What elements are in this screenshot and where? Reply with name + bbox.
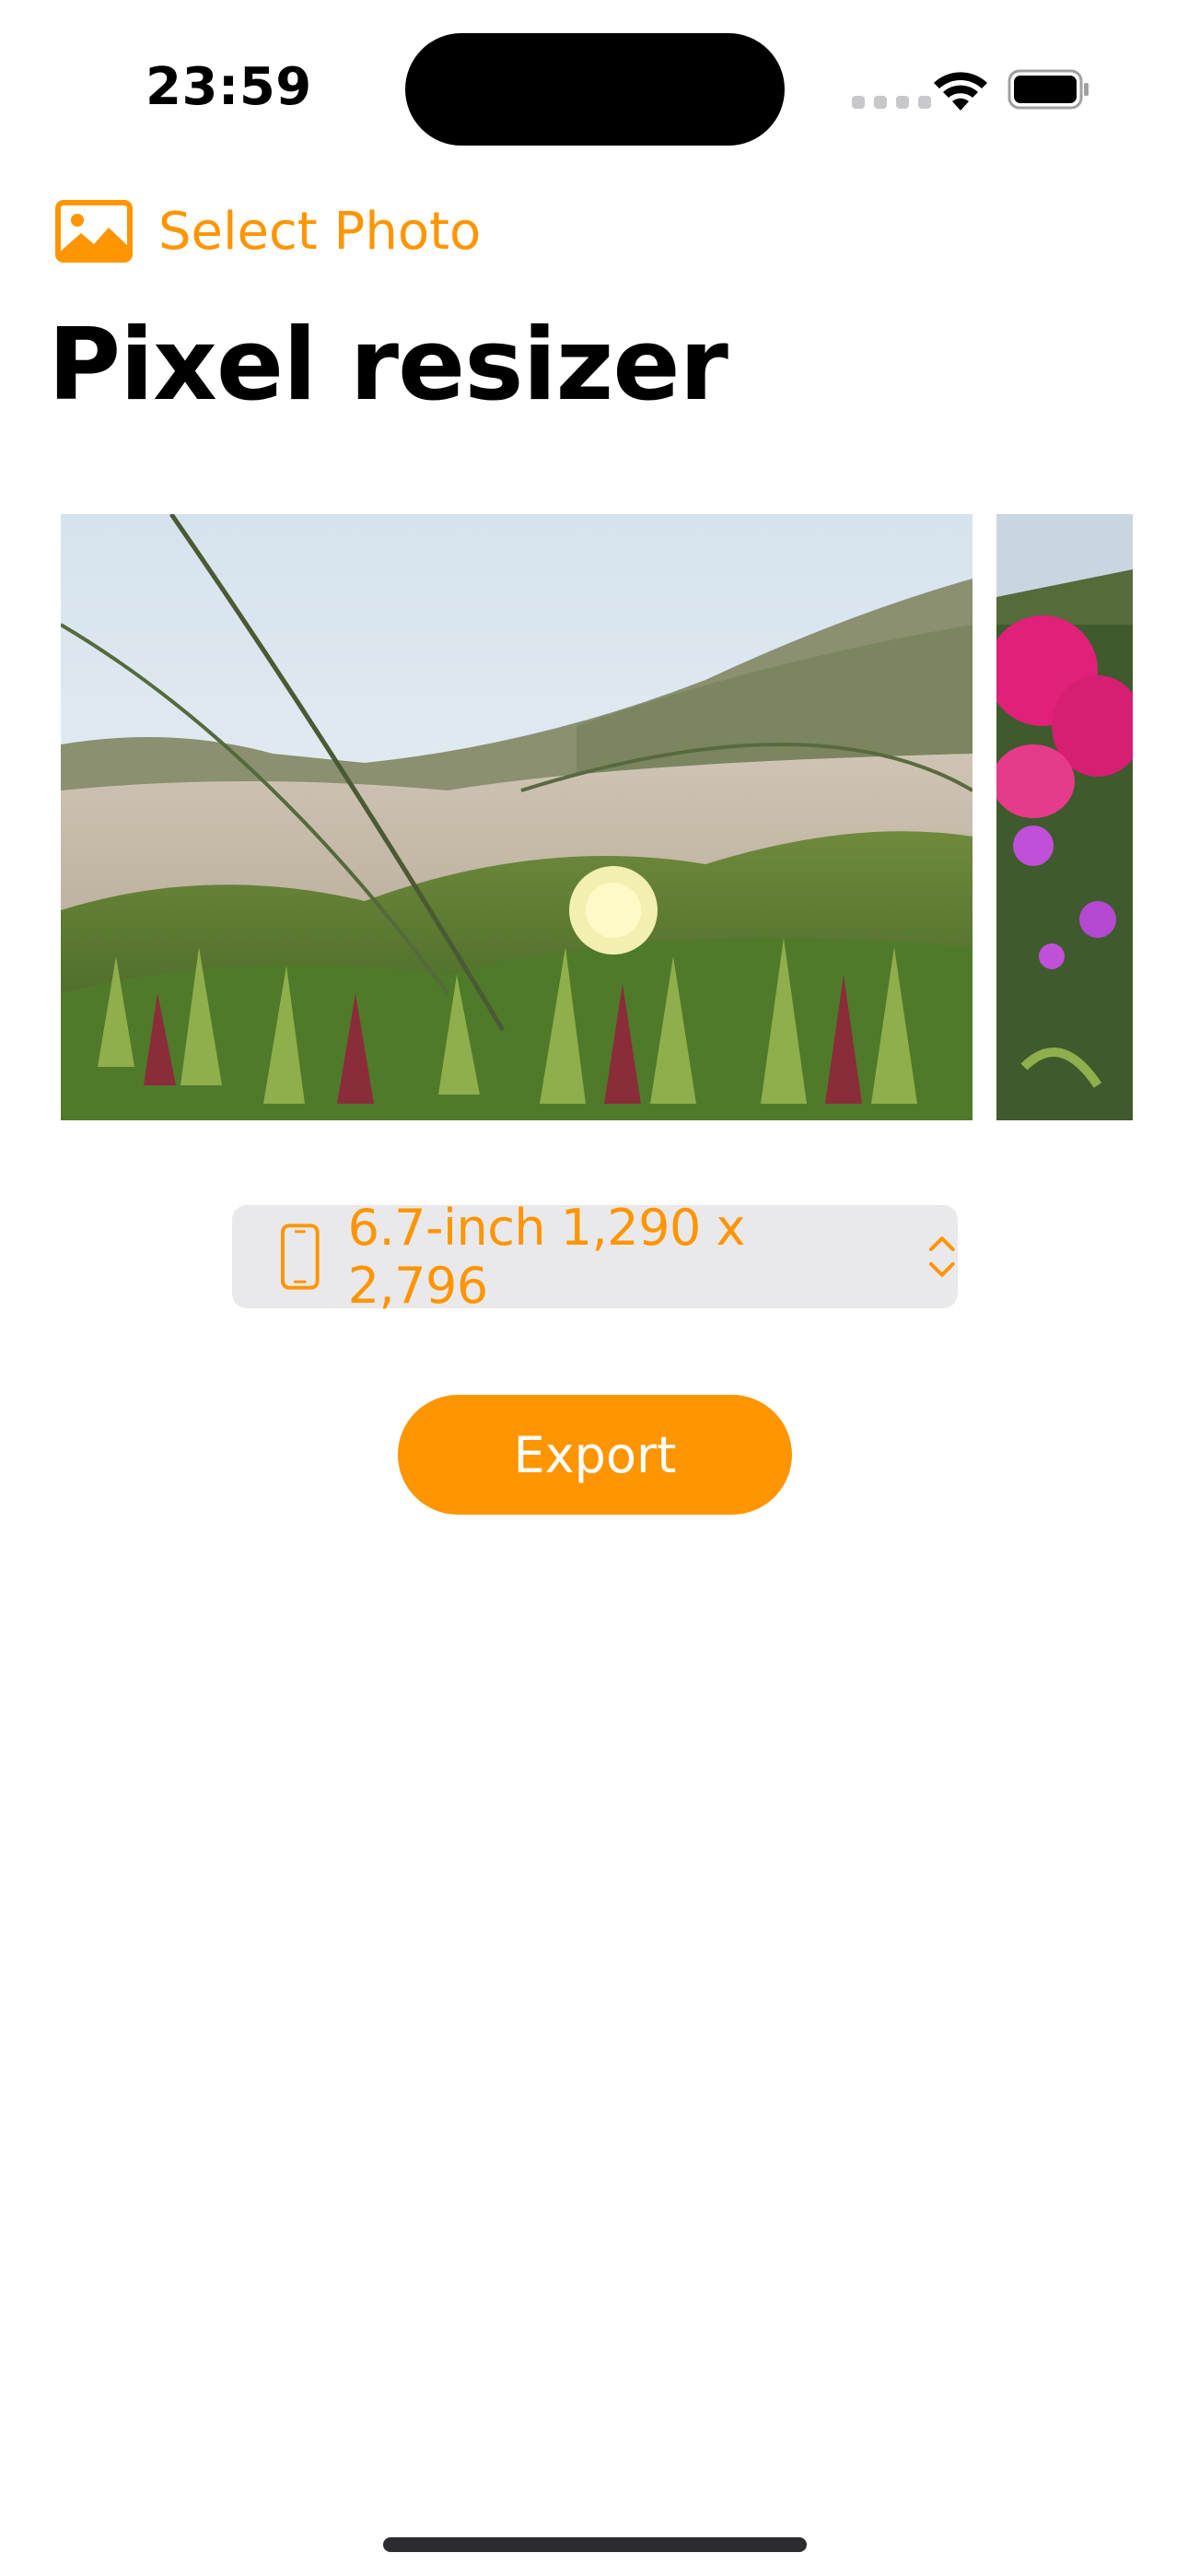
home-indicator[interactable] [383,2537,807,2552]
page-title: Pixel resizer [48,308,728,423]
photo-icon [55,200,133,263]
dynamic-island [405,33,785,146]
pink-flowers-photo[interactable] [996,514,1133,1120]
status-time: 23:59 [146,57,312,117]
select-photo-button[interactable]: Select Photo [55,197,481,265]
chevron-up-down-icon [929,1236,956,1277]
device-size-picker[interactable]: 6.7-inch 1,290 x 2,796 [232,1199,958,1315]
cellular-signal-icon [852,96,931,109]
beach-iceplant-photo[interactable] [61,514,973,1120]
iphone-icon [280,1224,320,1290]
device-size-label: 6.7-inch 1,290 x 2,796 [347,1199,746,1315]
wifi-icon [934,72,987,111]
battery-icon [1007,69,1089,110]
export-button[interactable]: Export [398,1395,792,1515]
photo-carousel[interactable] [0,514,1188,1120]
select-photo-label: Select Photo [158,201,482,262]
